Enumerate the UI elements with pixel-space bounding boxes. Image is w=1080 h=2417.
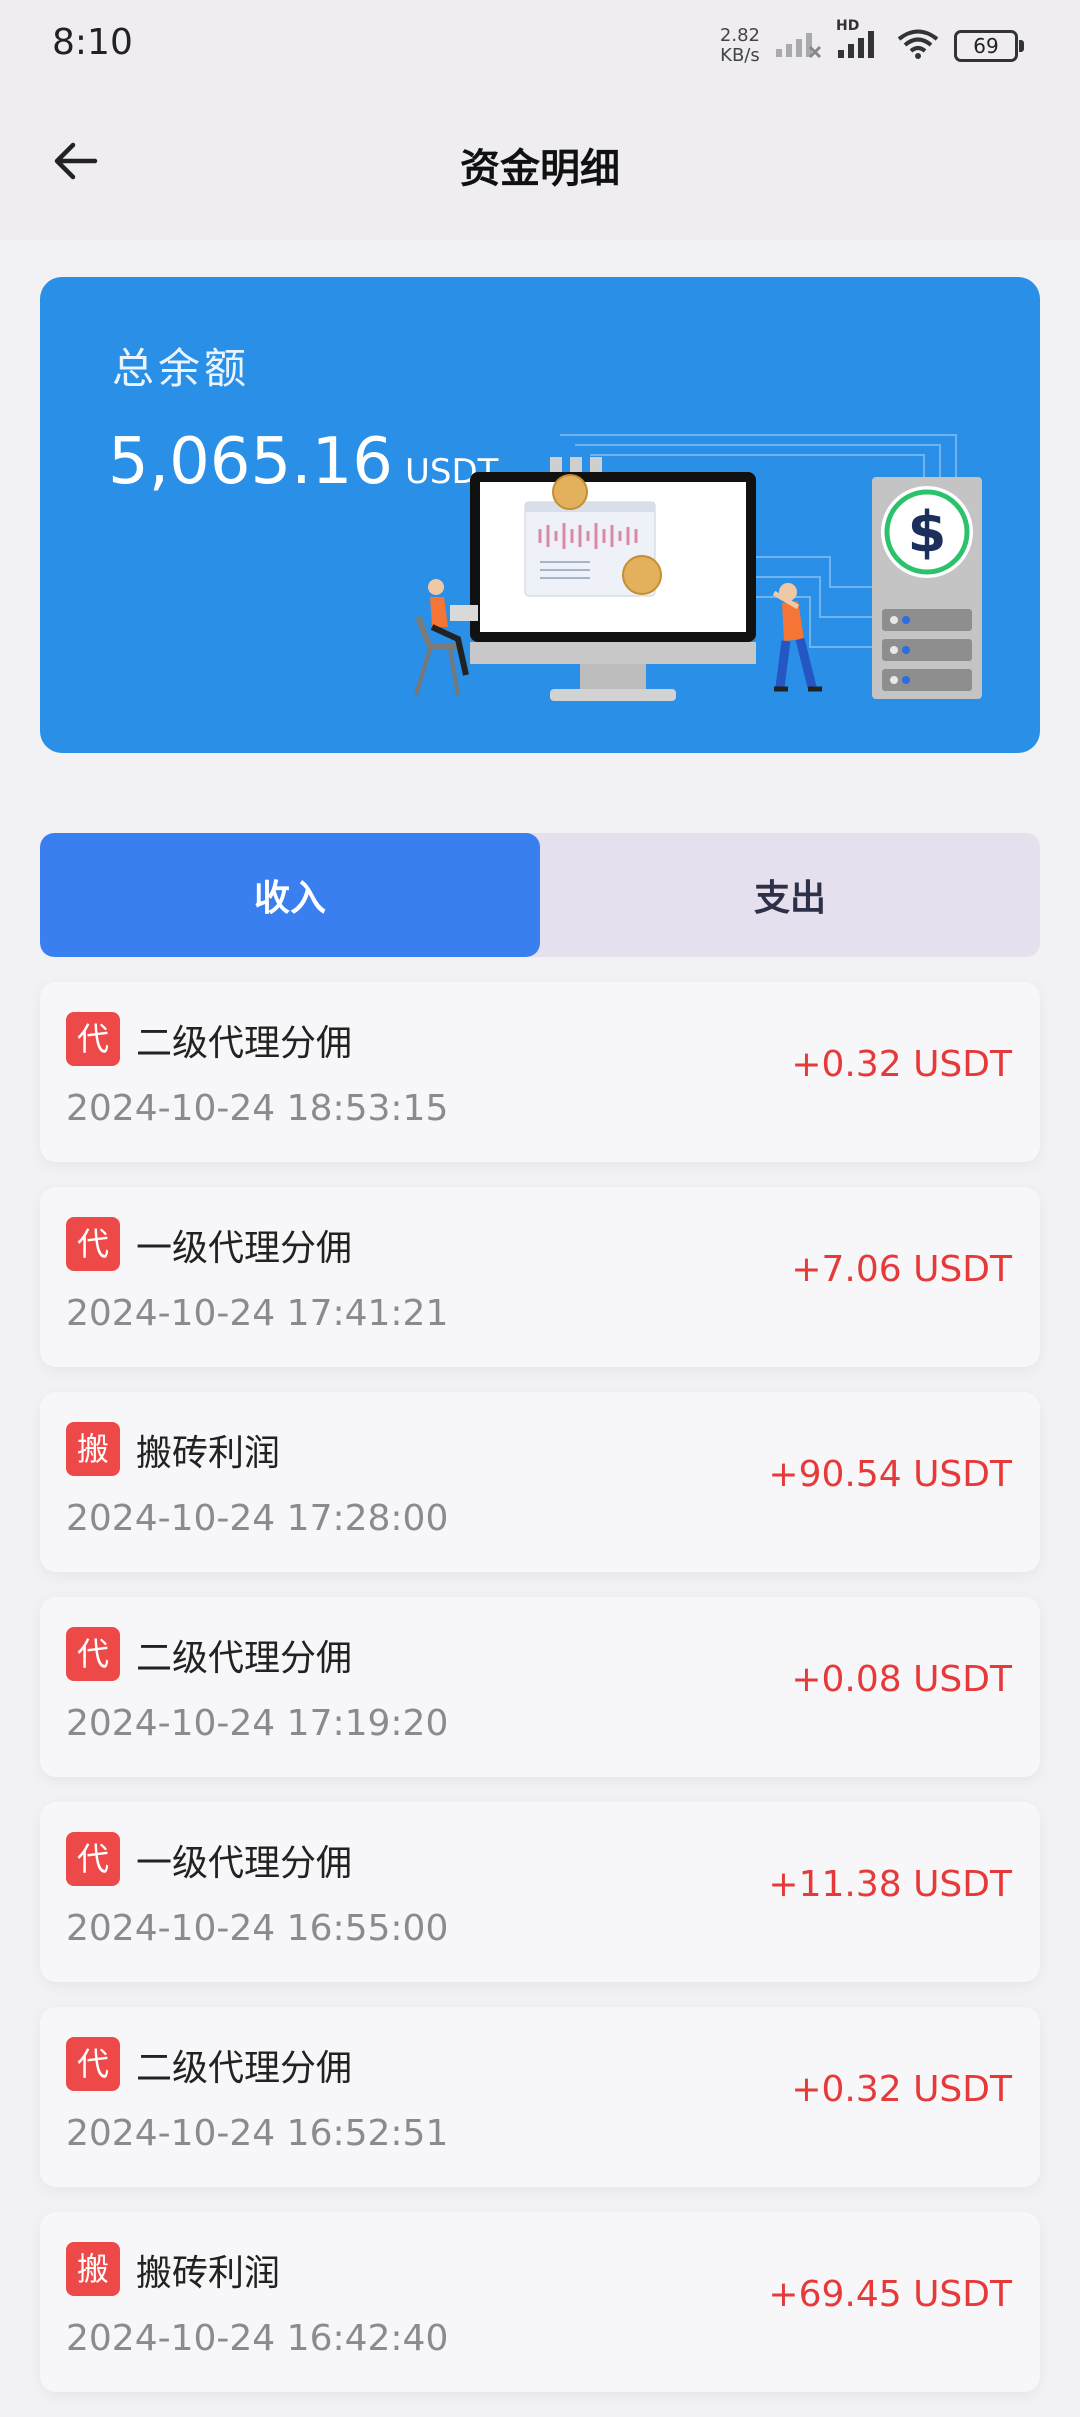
list-item[interactable]: 代 二级代理分佣 2024-10-24 17:19:20 +0.08 USDT bbox=[40, 1597, 1040, 1777]
network-speed: 2.82 KB/s bbox=[720, 26, 760, 66]
record-list: 代 二级代理分佣 2024-10-24 18:53:15 +0.32 USDT … bbox=[40, 982, 1040, 2417]
record-badge: 代 bbox=[66, 1832, 120, 1886]
balance-card: 总余额 5,065.16 USDT $ bbox=[40, 277, 1040, 753]
list-item[interactable]: 搬 搬砖利润 2024-10-24 16:42:40 +69.45 USDT bbox=[40, 2212, 1040, 2392]
record-title: 二级代理分佣 bbox=[136, 1638, 353, 1679]
record-title: 二级代理分佣 bbox=[136, 1023, 353, 1064]
record-time: 2024-10-24 17:19:20 bbox=[66, 1703, 449, 1744]
network-speed-unit: KB/s bbox=[720, 45, 760, 66]
record-title: 搬砖利润 bbox=[136, 1433, 281, 1474]
status-time: 8:10 bbox=[52, 22, 133, 63]
tab-expense[interactable]: 支出 bbox=[540, 833, 1040, 957]
record-amount: +11.38 USDT bbox=[768, 1864, 1012, 1905]
record-time: 2024-10-24 18:53:15 bbox=[66, 1088, 449, 1129]
list-item[interactable]: 代 一级代理分佣 2024-10-24 17:41:21 +7.06 USDT bbox=[40, 1187, 1040, 1367]
record-badge: 代 bbox=[66, 2037, 120, 2091]
no-signal-icon bbox=[774, 29, 822, 63]
record-time: 2024-10-24 16:52:51 bbox=[66, 2113, 449, 2154]
record-badge: 代 bbox=[66, 1627, 120, 1681]
cellular-signal-icon: HD bbox=[836, 18, 882, 64]
wifi-icon bbox=[896, 28, 940, 64]
record-amount: +0.32 USDT bbox=[791, 1044, 1012, 1085]
record-title: 一级代理分佣 bbox=[136, 1228, 353, 1269]
record-time: 2024-10-24 17:28:00 bbox=[66, 1498, 449, 1539]
record-amount: +0.32 USDT bbox=[791, 2069, 1012, 2110]
list-item[interactable]: 搬 搬砖利润 2024-10-24 17:28:00 +90.54 USDT bbox=[40, 1392, 1040, 1572]
status-bar: 8:10 2.82 KB/s HD 69 bbox=[0, 0, 1080, 90]
header: 资金明细 bbox=[0, 90, 1080, 240]
record-time: 2024-10-24 16:42:40 bbox=[66, 2318, 449, 2359]
network-speed-value: 2.82 bbox=[719, 25, 760, 46]
balance-value: 5,065.16 bbox=[108, 425, 393, 499]
record-title: 搬砖利润 bbox=[136, 2253, 281, 2294]
record-amount: +90.54 USDT bbox=[768, 1454, 1012, 1495]
tab-income[interactable]: 收入 bbox=[40, 833, 540, 957]
balance-label: 总余额 bbox=[112, 344, 251, 393]
battery-icon: 69 bbox=[954, 30, 1024, 62]
tab-bar: 收入 支出 bbox=[40, 833, 1040, 957]
page-title: 资金明细 bbox=[460, 146, 620, 192]
record-amount: +0.08 USDT bbox=[791, 1659, 1012, 1700]
list-item[interactable]: 代 二级代理分佣 2024-10-24 16:52:51 +0.32 USDT bbox=[40, 2007, 1040, 2187]
record-amount: +69.45 USDT bbox=[768, 2274, 1012, 2315]
finance-illustration: $ bbox=[414, 434, 982, 701]
record-time: 2024-10-24 16:55:00 bbox=[66, 1908, 449, 1949]
hd-label: HD bbox=[836, 18, 860, 34]
record-title: 一级代理分佣 bbox=[136, 1843, 353, 1884]
record-badge: 搬 bbox=[66, 2242, 120, 2296]
status-icons: 2.82 KB/s HD 69 bbox=[720, 18, 1024, 66]
record-badge: 搬 bbox=[66, 1422, 120, 1476]
record-badge: 代 bbox=[66, 1217, 120, 1271]
svg-text:$: $ bbox=[908, 500, 947, 565]
list-item[interactable]: 代 一级代理分佣 2024-10-24 16:55:00 +11.38 USDT bbox=[40, 1802, 1040, 1982]
list-item[interactable]: 代 二级代理分佣 2024-10-24 18:53:15 +0.32 USDT bbox=[40, 982, 1040, 1162]
record-time: 2024-10-24 17:41:21 bbox=[66, 1293, 449, 1334]
record-amount: +7.06 USDT bbox=[791, 1249, 1012, 1290]
record-badge: 代 bbox=[66, 1012, 120, 1066]
record-title: 二级代理分佣 bbox=[136, 2048, 353, 2089]
